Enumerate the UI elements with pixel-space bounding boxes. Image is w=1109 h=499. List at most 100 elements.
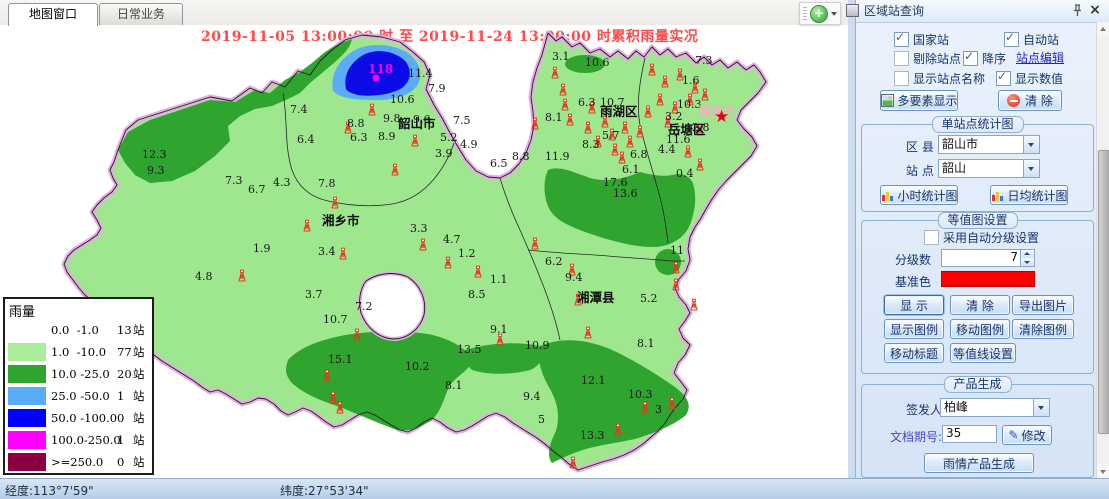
- station-select[interactable]: 韶山: [938, 159, 1040, 178]
- legend-swatch: [8, 321, 46, 339]
- signer-select[interactable]: 柏峰: [940, 398, 1050, 417]
- station-edit-link[interactable]: 站点编辑: [1016, 49, 1064, 66]
- isoline-button-6[interactable]: 清除图例: [1012, 319, 1074, 339]
- grade-count-spinner[interactable]: 7: [941, 249, 1035, 267]
- checkbox-show-value[interactable]: 显示数值: [996, 70, 1063, 87]
- isoline-button-1[interactable]: 显 示: [884, 295, 944, 315]
- spinner-up[interactable]: [1021, 250, 1034, 258]
- select-value: 韶山: [939, 160, 1023, 177]
- region-label: 湘潭县: [577, 290, 615, 305]
- station-value: 6.2: [545, 255, 563, 268]
- station-value: 10.6: [585, 56, 610, 69]
- button-label: 清 除: [1025, 92, 1053, 109]
- checkbox[interactable]: [924, 230, 939, 245]
- chevron-down-icon[interactable]: [1033, 399, 1049, 416]
- checkbox-auto-grading[interactable]: 采用自动分级设置: [924, 229, 1039, 246]
- map-toolbar: +: [799, 2, 841, 25]
- district-select[interactable]: 韶山市: [938, 135, 1040, 154]
- legend-count: 1: [117, 389, 133, 403]
- isoline-button-8[interactable]: 等值线设置: [950, 343, 1016, 363]
- multi-element-button[interactable]: 多要素显示: [880, 90, 958, 111]
- station-value: 8.8: [347, 117, 365, 130]
- chevron-down-icon[interactable]: [831, 12, 837, 16]
- checkbox[interactable]: [963, 51, 978, 66]
- close-icon[interactable]: ×: [1088, 2, 1102, 18]
- legend-unit: 站: [133, 322, 145, 338]
- checkbox-exclude-station[interactable]: 剔除站点: [894, 50, 961, 67]
- station-value: 8.1: [637, 337, 655, 350]
- station-value: 3.7: [305, 288, 323, 301]
- button-label: 修改: [1022, 427, 1046, 444]
- isoline-button-3[interactable]: 导出图片: [1012, 295, 1074, 315]
- clear-stations-button[interactable]: 清 除: [998, 90, 1062, 111]
- add-plus-button[interactable]: +: [810, 5, 828, 23]
- station-value: 4.3: [273, 176, 291, 189]
- checkbox-descending[interactable]: 降序: [963, 50, 1006, 67]
- toolbar-grip-handle[interactable]: [803, 7, 807, 21]
- tab-daily-business[interactable]: 日常业务: [99, 3, 183, 25]
- select-value: 韶山市: [939, 136, 1023, 153]
- daily-chart-button[interactable]: 日均统计图: [990, 185, 1068, 205]
- generate-rain-product-button[interactable]: 雨情产品生成: [924, 453, 1034, 473]
- legend-swatch: [8, 387, 46, 405]
- legend-count: 13: [117, 323, 133, 337]
- scroll-up-button[interactable]: [1097, 22, 1109, 36]
- panel-header: 区域站查询 ×: [856, 0, 1109, 23]
- station-value: 8.1: [445, 379, 463, 392]
- checkbox-label: 采用自动分级设置: [943, 229, 1039, 246]
- panel-splitter[interactable]: [848, 0, 855, 478]
- panel-scrollbar[interactable]: [1096, 22, 1109, 478]
- hourly-chart-button[interactable]: 小时统计图: [880, 185, 958, 205]
- spinner-down[interactable]: [1021, 258, 1034, 266]
- product-generation-group: 产品生成 签发人 柏峰 文档期号: 35 ✎ 修改 雨情产品生成: [861, 384, 1094, 478]
- checkbox-national-station[interactable]: 国家站: [894, 31, 949, 48]
- city-star-icon: ★: [714, 107, 729, 127]
- region-label: 韶山市: [398, 116, 436, 131]
- modify-button[interactable]: ✎ 修改: [1002, 425, 1052, 445]
- scroll-down-button[interactable]: [1097, 464, 1109, 478]
- checkbox[interactable]: [894, 71, 909, 86]
- station-value: 13.3: [580, 429, 605, 442]
- checkbox[interactable]: [894, 32, 909, 47]
- group-caption: 等值图设置: [937, 212, 1017, 229]
- isoline-button-2[interactable]: 清 除: [950, 295, 1010, 315]
- legend-count: 20: [117, 367, 133, 381]
- scroll-thumb[interactable]: [1098, 150, 1109, 434]
- checkbox-auto-station[interactable]: 自动站: [1004, 31, 1059, 48]
- isoline-button-7[interactable]: 移动标题: [884, 343, 944, 363]
- station-value: 3: [655, 403, 662, 416]
- station-value: 11: [670, 244, 684, 257]
- isoline-button-4[interactable]: 显示图例: [884, 319, 944, 339]
- checkbox-show-station-name[interactable]: 显示站点名称: [894, 70, 985, 87]
- dock-window-icon[interactable]: [846, 4, 859, 17]
- base-color-swatch[interactable]: [941, 271, 1035, 287]
- legend-range: 0.0 -1.0: [51, 323, 117, 337]
- station-value: 6.5: [490, 157, 508, 170]
- checkbox-label: 降序: [982, 50, 1006, 67]
- checkbox[interactable]: [1004, 32, 1019, 47]
- checkbox[interactable]: [894, 51, 909, 66]
- doc-number-input[interactable]: 35: [942, 425, 997, 443]
- station-value: 13.5: [457, 343, 482, 356]
- doc-number-label: 文档期号:: [890, 428, 942, 445]
- station-value: 3.3: [410, 222, 428, 235]
- single-station-group: 单站点统计图 区 县 韶山市 站 点 韶山 小时统计图: [861, 124, 1094, 212]
- station-value: 5: [538, 413, 545, 426]
- multi-element-icon: [881, 94, 894, 107]
- station-value: 9.3: [147, 164, 165, 177]
- checkbox[interactable]: [996, 71, 1011, 86]
- signer-label: 签发人: [906, 401, 942, 418]
- tab-map-window[interactable]: 地图窗口: [8, 3, 98, 26]
- station-value: 7.8: [318, 177, 336, 190]
- legend-range: 25.0 -50.0: [51, 389, 117, 403]
- isoline-button-5[interactable]: 移动图例: [950, 319, 1010, 339]
- chevron-down-icon[interactable]: [1023, 136, 1039, 153]
- pin-icon[interactable]: [1071, 4, 1084, 17]
- station-value: 12.3: [142, 148, 167, 161]
- station-value: 6.8: [630, 148, 648, 161]
- rainfall-legend[interactable]: 雨量 0.0 -1.013站1.0 -10.077站10.0 -25.020站2…: [3, 297, 154, 475]
- station-value: 9.4: [565, 271, 583, 284]
- chevron-down-icon[interactable]: [1023, 160, 1039, 177]
- station-value: 1.9: [253, 242, 271, 255]
- legend-row: 0.0 -1.013站: [5, 319, 152, 341]
